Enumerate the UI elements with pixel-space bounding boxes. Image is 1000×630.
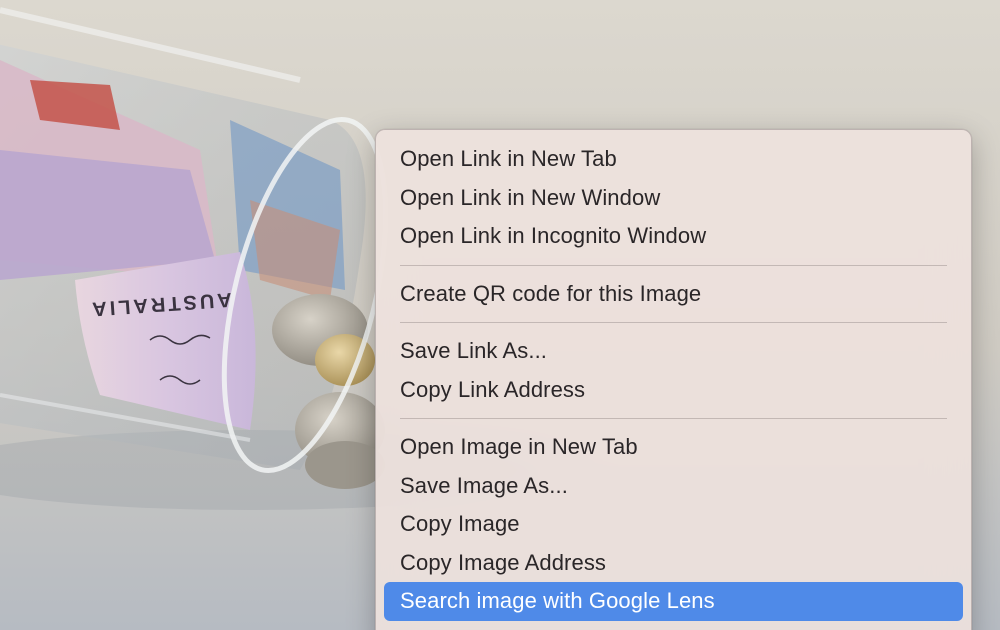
- menu-item-copy-image-address[interactable]: Copy Image Address: [384, 544, 963, 583]
- menu-item-save-link-as[interactable]: Save Link As...: [384, 332, 963, 371]
- menu-item-create-qr-code[interactable]: Create QR code for this Image: [384, 275, 963, 314]
- menu-item-copy-link-address[interactable]: Copy Link Address: [384, 371, 963, 410]
- menu-item-open-link-incognito[interactable]: Open Link in Incognito Window: [384, 217, 963, 256]
- menu-item-open-link-new-tab[interactable]: Open Link in New Tab: [384, 140, 963, 179]
- menu-item-search-google-lens[interactable]: Search image with Google Lens: [384, 582, 963, 621]
- menu-separator: [400, 264, 947, 266]
- menu-separator: [400, 418, 947, 419]
- desktop-scene: AUSTRALIA Open Link in New Tab Open Link…: [0, 0, 1000, 630]
- menu-item-open-link-new-window[interactable]: Open Link in New Window: [384, 179, 963, 218]
- menu-item-save-image-as[interactable]: Save Image As...: [384, 467, 963, 506]
- context-menu: Open Link in New Tab Open Link in New Wi…: [375, 129, 972, 630]
- menu-separator: [400, 322, 947, 323]
- menu-item-open-image-new-tab[interactable]: Open Image in New Tab: [384, 428, 963, 467]
- menu-item-copy-image[interactable]: Copy Image: [384, 505, 963, 544]
